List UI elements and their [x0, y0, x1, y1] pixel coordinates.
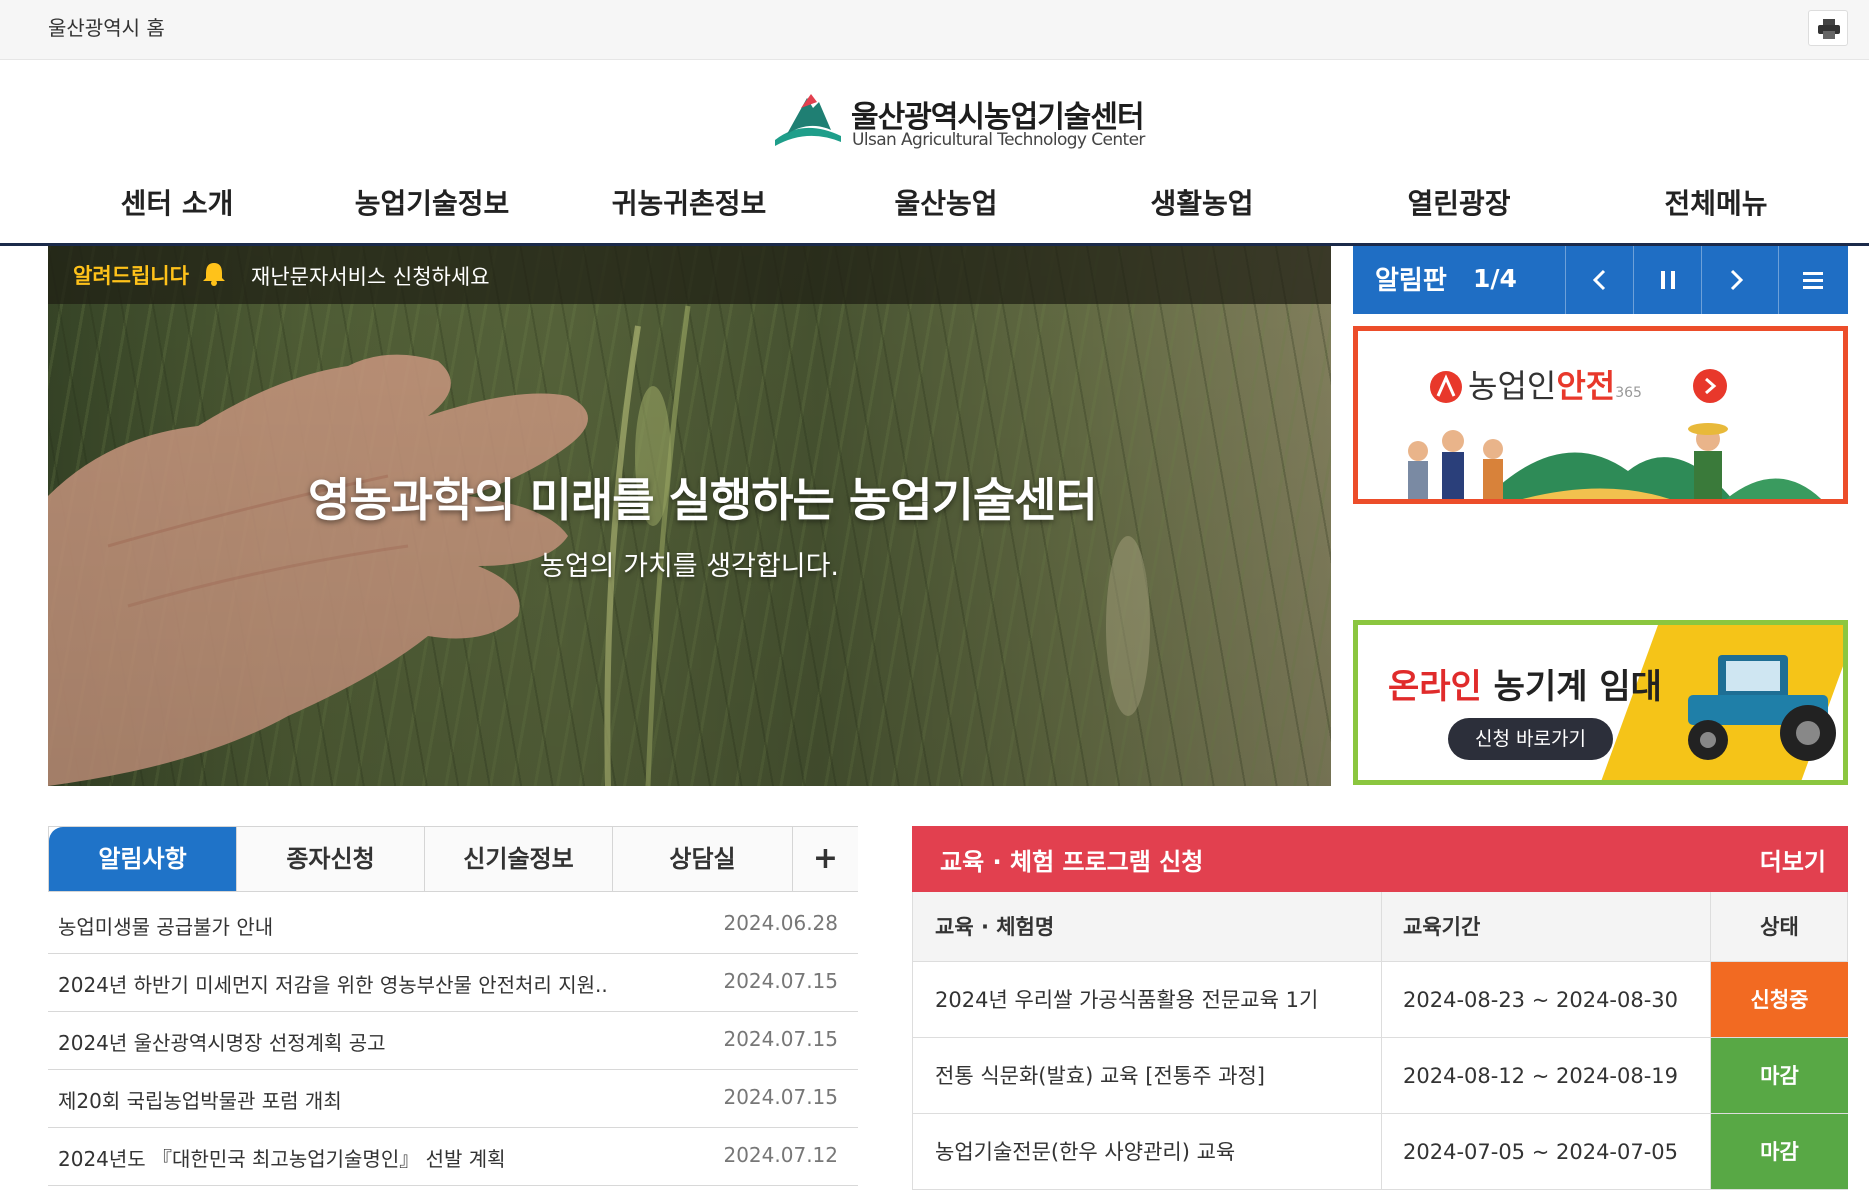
- safety-brand-c: 365: [1615, 385, 1642, 401]
- table-row[interactable]: 농업기술전문(한우 사양관리) 교육 2024-07-05 ~ 2024-07-…: [913, 1114, 1848, 1190]
- chevron-right-icon: [1730, 269, 1744, 291]
- menu-icon: [1803, 272, 1823, 289]
- print-button[interactable]: [1808, 10, 1848, 46]
- nav-return-farming-info[interactable]: 귀농귀촌정보: [579, 182, 799, 222]
- hero-headline: 영농과학의 미래를 실행하는 농업기술센터: [308, 473, 1098, 527]
- tab-seed-request[interactable]: 종자신청: [237, 827, 425, 891]
- safety-brand-b: 안전: [1556, 367, 1616, 405]
- board-pager: 1/4: [1473, 264, 1517, 293]
- notice-date: 2024.07.15: [723, 1085, 838, 1109]
- list-item[interactable]: 제20회 국립농업박물관 포럼 개최 2024.07.15: [48, 1070, 858, 1128]
- col-header-period: 교육기간: [1403, 915, 1481, 939]
- status-badge: 마감: [1711, 1114, 1848, 1189]
- printer-icon: [1818, 19, 1840, 39]
- safety-brand-text: 농업인안전365: [1468, 361, 1642, 407]
- machine-rental-title-rest: 농기계 임대: [1481, 667, 1662, 707]
- notice-title[interactable]: 2024년도 『대한민국 최고농업기술명인』 선발 계획: [58, 1143, 506, 1172]
- board-pause-button[interactable]: [1633, 246, 1701, 314]
- board-title: 알림판: [1375, 266, 1447, 296]
- nav-full-menu[interactable]: 전체메뉴: [1606, 182, 1826, 222]
- logo-english-name: Ulsan Agricultural Technology Center: [852, 130, 1145, 150]
- notice-title[interactable]: 제20회 국립농업박물관 포럼 개최: [58, 1085, 342, 1114]
- program-title: 교육 · 체험 프로그램 신청: [940, 848, 1204, 876]
- notice-date: 2024.07.15: [723, 1027, 838, 1051]
- tab-notices[interactable]: 알림사항: [49, 827, 237, 891]
- notice-title[interactable]: 2024년 하반기 미세먼지 저감을 위한 영농부산물 안전처리 지원..: [58, 969, 608, 998]
- notice-list: 농업미생물 공급불가 안내 2024.06.28 2024년 하반기 미세먼지 …: [48, 896, 858, 1186]
- program-name[interactable]: 농업기술전문(한우 사양관리) 교육: [935, 1114, 1235, 1190]
- logo-mark-icon: [775, 94, 841, 146]
- safety-brand-a: 농업인: [1468, 367, 1557, 405]
- tab-new-tech-info[interactable]: 신기술정보: [425, 827, 613, 891]
- machine-rental-title: 온라인 농기계 임대: [1388, 659, 1662, 708]
- program-name[interactable]: 전통 식문화(발효) 교육 [전통주 과정]: [935, 1038, 1265, 1114]
- program-period: 2024-07-05 ~ 2024-07-05: [1403, 1140, 1679, 1164]
- program-name[interactable]: 2024년 우리쌀 가공식품활용 전문교육 1기: [935, 962, 1318, 1038]
- pause-icon: [1661, 271, 1675, 289]
- program-header: 교육 · 체험 프로그램 신청 더보기: [912, 826, 1848, 892]
- nav-center-intro[interactable]: 센터 소개: [67, 182, 287, 222]
- alert-label: 알려드립니다: [73, 264, 189, 288]
- notice-date: 2024.07.12: [723, 1143, 838, 1167]
- hero-subtitle: 농업의 가치를 생각합니다.: [540, 551, 839, 582]
- notice-title[interactable]: 농업미생물 공급불가 안내: [58, 911, 273, 940]
- tabs-more-plus-button[interactable]: +: [793, 827, 858, 891]
- farmers-illustration: [1408, 423, 1822, 499]
- machine-rental-apply-button[interactable]: 신청 바로가기: [1448, 718, 1613, 760]
- utility-bar: 울산광역시 홈: [0, 0, 1869, 60]
- machine-rental-title-red: 온라인: [1388, 667, 1482, 707]
- nav-life-agriculture[interactable]: 생활농업: [1092, 182, 1312, 222]
- nav-ulsan-agriculture[interactable]: 울산농업: [836, 182, 1056, 222]
- machine-rental-banner[interactable]: 온라인 농기계 임대 신청 바로가기: [1353, 620, 1848, 785]
- nav-open-square[interactable]: 열린광장: [1349, 182, 1569, 222]
- board-list-button[interactable]: [1778, 246, 1848, 314]
- board-tabs: 알림사항 종자신청 신기술정보 상담실 +: [48, 826, 858, 892]
- col-header-status: 상태: [1760, 915, 1799, 939]
- chevron-left-icon: [1592, 269, 1606, 291]
- safety-logo-icon: [1430, 371, 1462, 403]
- program-more-link[interactable]: 더보기: [1760, 842, 1826, 877]
- board-next-button[interactable]: [1701, 246, 1769, 314]
- list-item[interactable]: 2024년 하반기 미세먼지 저감을 위한 영농부산물 안전처리 지원.. 20…: [48, 954, 858, 1012]
- status-badge[interactable]: 신청중: [1711, 962, 1848, 1037]
- list-item[interactable]: 2024년도 『대한민국 최고농업기술명인』 선발 계획 2024.07.12: [48, 1128, 858, 1186]
- notice-date: 2024.07.15: [723, 969, 838, 993]
- list-item[interactable]: 농업미생물 공급불가 안내 2024.06.28: [48, 896, 858, 954]
- table-row[interactable]: 2024년 우리쌀 가공식품활용 전문교육 1기 2024-08-23 ~ 20…: [913, 962, 1848, 1038]
- main-navigation: 센터 소개 농업기술정보 귀농귀촌정보 울산농업 생활농업 열린광장 전체메뉴: [0, 170, 1869, 246]
- list-item[interactable]: 2024년 울산광역시명장 선정계획 공고 2024.07.15: [48, 1012, 858, 1070]
- table-row[interactable]: 전통 식문화(발효) 교육 [전통주 과정] 2024-08-12 ~ 2024…: [913, 1038, 1848, 1114]
- status-badge: 마감: [1711, 1038, 1848, 1113]
- tractor-icon: [1688, 655, 1836, 761]
- hero-banner: 알려드립니다 재난문자서비스 신청하세요 영농과학의 미래를 실행하는 농업기술…: [48, 246, 1331, 786]
- program-period: 2024-08-12 ~ 2024-08-19: [1403, 1064, 1679, 1088]
- alert-message-link[interactable]: 재난문자서비스 신청하세요: [251, 261, 490, 291]
- notice-date: 2024.06.28: [723, 911, 838, 935]
- tab-consulting[interactable]: 상담실: [613, 827, 793, 891]
- table-header-row: 교육 · 체험명 교육기간 상태: [913, 892, 1847, 962]
- bell-icon: [203, 263, 225, 286]
- ulsan-city-home-link[interactable]: 울산광역시 홈: [48, 12, 165, 41]
- alert-notice-bar[interactable]: 알려드립니다 재난문자서비스 신청하세요: [48, 246, 1331, 304]
- program-table: 교육 · 체험명 교육기간 상태 2024년 우리쌀 가공식품활용 전문교육 1…: [912, 892, 1848, 1190]
- safety-go-button[interactable]: [1693, 369, 1727, 403]
- farmer-safety-banner[interactable]: 농업인안전365: [1353, 326, 1848, 504]
- notice-title[interactable]: 2024년 울산광역시명장 선정계획 공고: [58, 1027, 386, 1056]
- site-logo[interactable]: 울산광역시농업기술센터 Ulsan Agricultural Technolog…: [773, 90, 1145, 154]
- board-prev-button[interactable]: [1565, 246, 1633, 314]
- notice-board-header: 알림판 1/4: [1353, 246, 1848, 314]
- chevron-right-icon: [1705, 377, 1717, 395]
- nav-agri-tech-info[interactable]: 농업기술정보: [322, 182, 542, 222]
- program-period: 2024-08-23 ~ 2024-08-30: [1403, 988, 1679, 1012]
- col-header-name: 교육 · 체험명: [935, 915, 1055, 939]
